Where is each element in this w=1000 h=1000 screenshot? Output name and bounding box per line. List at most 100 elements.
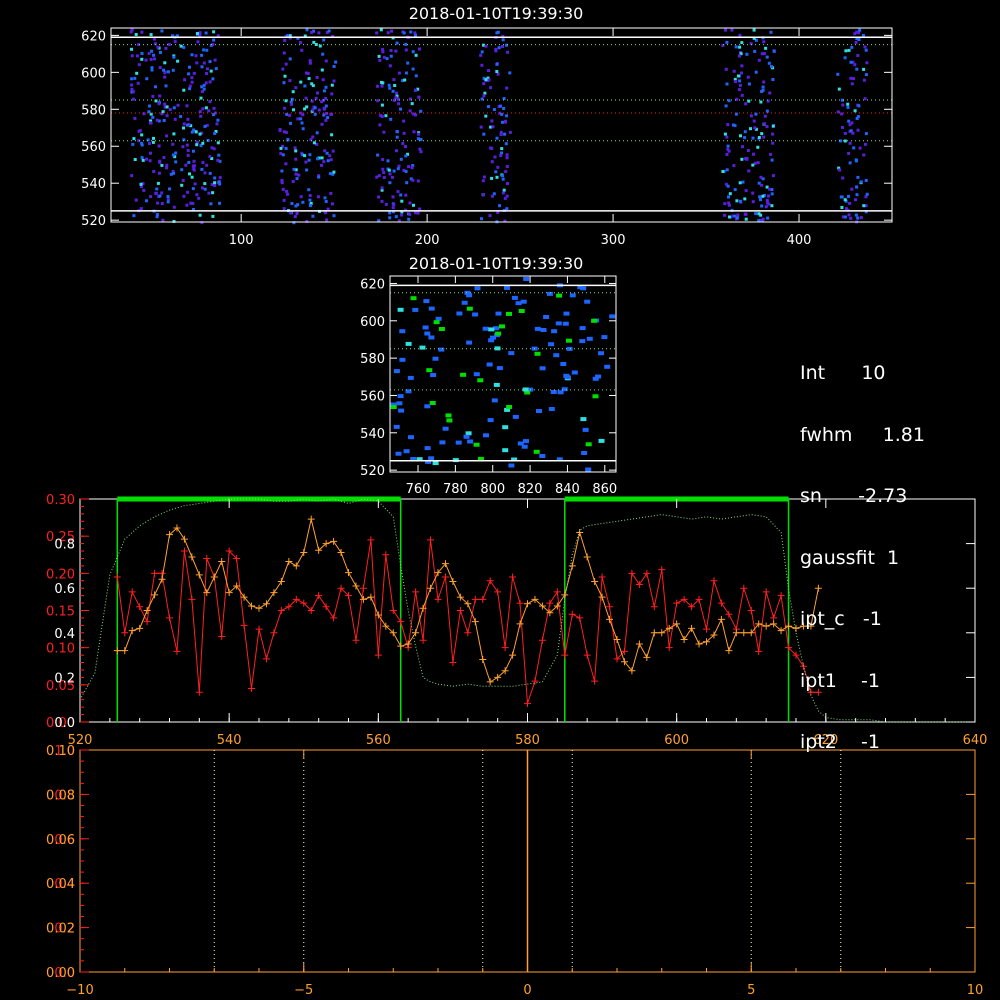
heatmap-pixel [428, 456, 435, 461]
heatmap-pixel [313, 106, 317, 110]
orange-y-tick-label: 0.08 [46, 788, 75, 803]
heatmap-pixel [213, 184, 217, 188]
red-data-point [673, 599, 681, 607]
heatmap-pixel [487, 78, 491, 82]
orange-data-point [330, 537, 338, 545]
heatmap-pixel [490, 176, 494, 180]
heatmap-pixel [727, 149, 731, 153]
heatmap-pixel [753, 126, 757, 130]
red-data-point [151, 569, 159, 577]
heatmap-pixel [411, 178, 415, 182]
heatmap-pixel [133, 116, 137, 120]
heatmap-pixel [761, 88, 765, 92]
heatmap-pixel [757, 181, 761, 185]
red-data-point [315, 592, 323, 600]
heatmap-pixel [285, 189, 289, 193]
heatmap-pixel [747, 169, 751, 173]
heatmap-pixel [391, 175, 394, 179]
heatmap-pixel [472, 312, 479, 317]
heatmap-pixel [191, 187, 195, 191]
heatmap-pixel [148, 142, 151, 145]
red-data-point [516, 599, 524, 607]
orange-data-point [367, 593, 375, 601]
heatmap-pixel [152, 53, 156, 57]
heatmap-pixel [278, 128, 282, 131]
heatmap-pixel [856, 175, 860, 179]
heatmap-pixel [308, 153, 312, 157]
heatmap-pixel [428, 335, 435, 340]
heatmap-pixel [495, 70, 499, 73]
heatmap-pixel [865, 192, 869, 196]
gaussian-x-tick-label: −10 [66, 983, 93, 998]
heatmap-pixel [399, 329, 406, 334]
heatmap-pixel [503, 196, 507, 200]
heatmap-pixel [424, 404, 431, 409]
heatmap-pixel [316, 195, 320, 199]
heatmap-pixel [499, 104, 502, 108]
heatmap-pixel [482, 94, 486, 98]
heatmap-pixel [502, 188, 506, 192]
heatmap-pixel [158, 94, 162, 98]
heatmap-pixel [188, 172, 191, 176]
red-data-point [606, 603, 614, 611]
heatmap-pixel [149, 121, 153, 125]
heatmap-pixel [841, 176, 845, 180]
heatmap-pixel [749, 114, 753, 118]
gaussian-x-tick-label: 10 [967, 983, 984, 998]
heatmap-pixel [290, 102, 293, 106]
heatmap-pixel [311, 135, 315, 139]
heatmap-pixel [327, 29, 331, 33]
heatmap-pixel [404, 193, 408, 197]
heatmap-pixel [317, 175, 321, 179]
heatmap-pixel [580, 286, 587, 291]
heatmap-pixel [154, 191, 158, 195]
heatmap-pixel [745, 157, 749, 161]
middle-x-tick-label: 780 [443, 482, 468, 497]
heatmap-pixel [726, 144, 730, 148]
heatmap-pixel [328, 154, 332, 158]
heatmap-pixel [201, 107, 205, 111]
middle-y-tick-label: 540 [360, 427, 385, 442]
heatmap-pixel [843, 215, 847, 219]
heatmap-pixel [770, 65, 773, 68]
orange-y-tick-label: 0.06 [46, 833, 75, 848]
orange-data-point [427, 584, 435, 592]
red-data-point [635, 580, 643, 588]
red-data-point [359, 584, 367, 592]
orange-data-point [695, 640, 703, 648]
heatmap-pixel [191, 201, 195, 205]
orange-data-point [210, 573, 218, 581]
heatmap-pixel [203, 171, 207, 175]
heatmap-pixel [496, 165, 500, 169]
heatmap-pixel [410, 296, 417, 301]
heatmap-pixel [770, 204, 774, 208]
heatmap-pixel [187, 72, 191, 76]
heatmap-pixel [151, 140, 155, 144]
heatmap-pixel [555, 321, 562, 326]
heatmap-pixel [862, 153, 866, 157]
heatmap-pixel [762, 52, 766, 56]
heatmap-pixel [735, 216, 739, 220]
heatmap-pixel [209, 202, 213, 206]
heatmap-pixel [740, 64, 744, 68]
heatmap-pixel [208, 80, 212, 84]
heatmap-pixel [746, 149, 750, 152]
heatmap-pixel [466, 340, 473, 345]
middle-x-tick-label: 800 [480, 482, 505, 497]
orange-data-point [591, 578, 599, 586]
heatmap-pixel [856, 115, 860, 119]
heatmap-pixel [130, 47, 133, 51]
heatmap-pixel [563, 373, 570, 378]
heatmap-pixel [308, 59, 312, 63]
heatmap-pixel [845, 207, 848, 211]
heatmap-pixel [494, 346, 501, 351]
red-data-point [561, 651, 569, 659]
heatmap-pixel [493, 382, 500, 387]
heatmap-pixel [490, 335, 496, 340]
heatmap-pixel [744, 189, 748, 193]
heatmap-pixel [191, 149, 195, 153]
heatmap-pixel [201, 161, 205, 164]
heatmap-pixel [171, 142, 175, 146]
heatmap-pixel [416, 137, 420, 141]
profile-x-tick-label: 560 [366, 733, 391, 748]
